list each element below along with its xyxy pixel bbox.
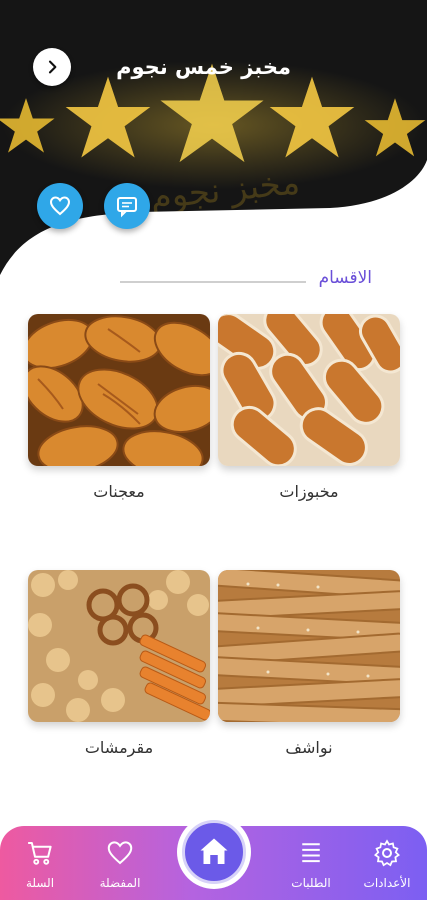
chevron-icon bbox=[48, 60, 57, 74]
page-title: مخبز خمس نجوم bbox=[116, 55, 291, 79]
star-decoration bbox=[362, 95, 427, 161]
category-label: نواشف bbox=[285, 738, 333, 757]
chat-icon bbox=[117, 197, 137, 218]
back-button[interactable] bbox=[33, 48, 71, 86]
gear-icon bbox=[373, 839, 401, 867]
section-title: الاقسام bbox=[318, 268, 372, 288]
favorite-button[interactable] bbox=[37, 183, 83, 229]
category-image bbox=[28, 314, 210, 466]
category-label: مقرمشات bbox=[84, 738, 154, 757]
category-label: مخبوزات bbox=[279, 482, 339, 501]
nav-orders[interactable]: الطلبات bbox=[273, 838, 349, 890]
category-image bbox=[218, 570, 400, 722]
nav-settings-label: الأعدادات bbox=[363, 876, 411, 890]
section-divider bbox=[120, 281, 306, 283]
category-image bbox=[218, 314, 400, 466]
heart-icon bbox=[49, 196, 71, 216]
star-decoration bbox=[0, 95, 57, 157]
nav-favorites-label: المفضلة bbox=[99, 876, 141, 890]
heart-icon bbox=[107, 841, 133, 865]
home-icon bbox=[200, 838, 228, 864]
list-icon bbox=[302, 843, 320, 863]
nav-cart[interactable]: السلة bbox=[2, 838, 78, 890]
category-card-snacks[interactable]: مقرمشات bbox=[28, 570, 210, 790]
category-card-dry[interactable]: نواشف bbox=[218, 570, 400, 790]
category-label: معجنات bbox=[93, 482, 145, 501]
cart-icon bbox=[28, 842, 52, 865]
home-button-inner bbox=[182, 820, 246, 884]
nav-cart-label: السلة bbox=[25, 876, 55, 890]
category-image bbox=[28, 570, 210, 722]
chat-button[interactable] bbox=[104, 183, 150, 229]
nav-settings[interactable]: الأعدادات bbox=[349, 838, 425, 890]
header-banner: مخبز نجوم bbox=[0, 0, 427, 280]
home-button[interactable] bbox=[177, 815, 251, 889]
nav-orders-label: الطلبات bbox=[291, 876, 331, 890]
nav-favorites[interactable]: المفضلة bbox=[82, 838, 158, 890]
star-decoration bbox=[266, 72, 358, 164]
star-decoration bbox=[62, 72, 154, 164]
category-card-baked[interactable]: مخبوزات bbox=[218, 314, 400, 534]
category-card-pastries[interactable]: معجنات bbox=[28, 314, 210, 534]
